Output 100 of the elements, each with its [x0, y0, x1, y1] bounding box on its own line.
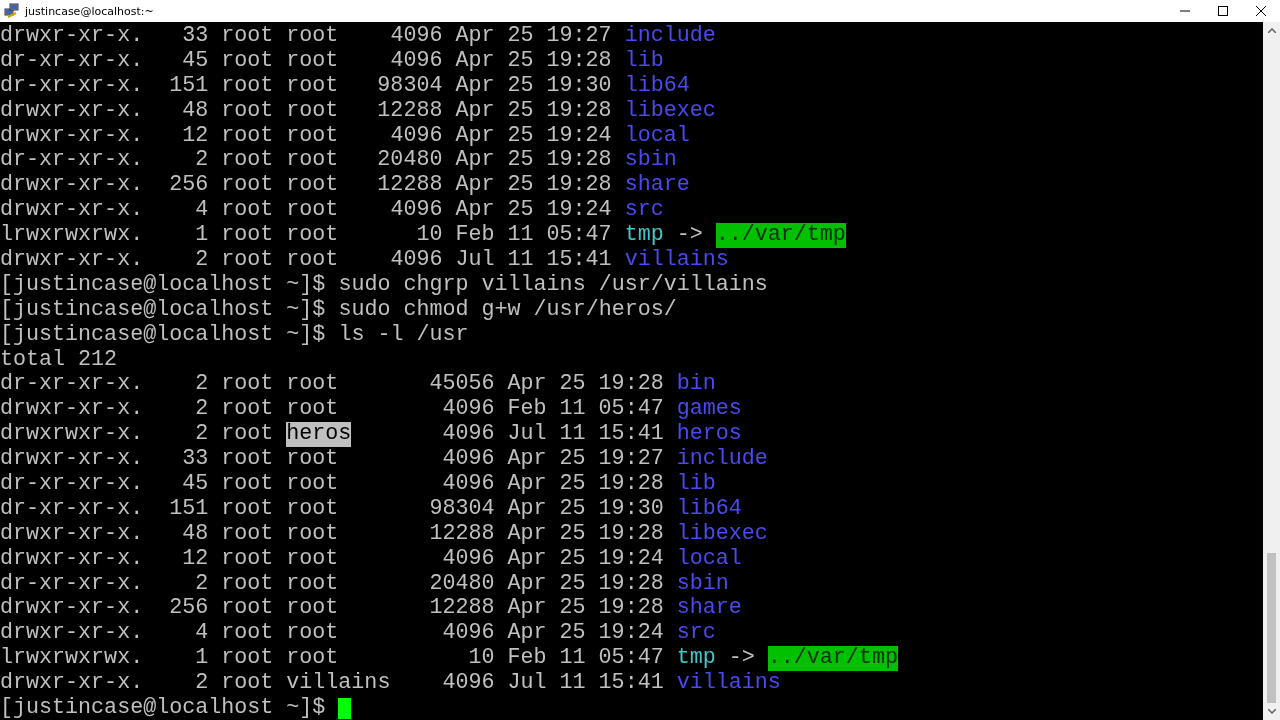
group-text: root [286, 123, 339, 149]
directory-name: sbin [624, 148, 677, 174]
group-text: root [286, 223, 339, 248]
size-text: 98304 [429, 496, 495, 522]
prompt-text: [justincase@localhost ~]$ [0, 297, 326, 323]
directory-name: villains [676, 671, 781, 697]
link-count-text: 1 [195, 646, 209, 672]
size-text: 4096 [390, 48, 443, 74]
size-text: 10 [416, 223, 443, 248]
owner-text: root [221, 48, 274, 74]
link-count-text: 45 [182, 472, 209, 497]
size-text: 4096 [390, 24, 443, 49]
group-text: root [286, 496, 339, 522]
command-text: sudo chgrp villains /usr/villains [338, 272, 768, 298]
window-title: justincase@localhost:~ [25, 4, 155, 18]
date-text: Apr 25 19:24 [455, 123, 612, 149]
scrollbar-thumb[interactable] [1267, 553, 1276, 703]
link-count-text: 2 [195, 671, 209, 697]
owner-text: root [221, 521, 274, 547]
owner-text: root [221, 546, 274, 572]
group-text: root [286, 621, 339, 647]
group-text: root [286, 48, 339, 74]
prompt-text: [justincase@localhost ~]$ [0, 322, 326, 348]
date-text: Apr 25 19:28 [507, 571, 664, 597]
size-text: 4096 [442, 671, 495, 697]
date-text: Apr 25 19:30 [455, 73, 612, 99]
symlink-name: tmp [624, 223, 664, 248]
permissions-text: drwxr-xr-x. [0, 123, 144, 149]
size-text: 20480 [429, 571, 495, 597]
directory-name: lib [624, 48, 664, 74]
owner-text: root [221, 496, 274, 522]
directory-name: sbin [676, 571, 729, 597]
permissions-text: lrwxrwxrwx. [0, 223, 144, 248]
directory-name: src [676, 621, 716, 647]
size-text: 4096 [390, 198, 443, 224]
size-text: 4096 [442, 621, 495, 647]
date-text: Feb 11 05:47 [507, 397, 664, 423]
permissions-text: drwxr-xr-x. [0, 24, 144, 49]
owner-text: root [221, 447, 274, 473]
link-target: ../var/tmp [715, 223, 846, 248]
owner-text: root [221, 621, 274, 647]
scrollbar[interactable] [1263, 22, 1280, 720]
size-text: 4096 [442, 546, 495, 572]
owner-text: root [221, 24, 274, 49]
prompt-text: [justincase@localhost ~]$ [0, 272, 326, 298]
group-text: root [286, 372, 339, 398]
date-text: Apr 25 19:28 [455, 98, 612, 124]
link-count-text: 2 [195, 571, 209, 597]
link-count-text: 4 [195, 621, 209, 647]
date-text: Apr 25 19:28 [455, 48, 612, 74]
owner-text: root [221, 223, 274, 248]
size-text: 4096 [390, 123, 443, 149]
group-text: root [286, 148, 339, 174]
owner-text: root [221, 372, 274, 398]
group-text: root [286, 546, 339, 572]
directory-name: libexec [676, 521, 768, 547]
date-text: Apr 25 19:28 [507, 521, 664, 547]
owner-text: root [221, 148, 274, 174]
permissions-text: dr-xr-xr-x. [0, 372, 144, 398]
owner-text: root [221, 671, 274, 697]
arrow-text: -> [676, 223, 703, 248]
permissions-text: drwxr-xr-x. [0, 98, 144, 124]
selected-group-text: heros [286, 422, 352, 448]
owner-text: root [221, 422, 274, 448]
directory-name: include [624, 24, 716, 49]
group-text: villains [286, 671, 391, 697]
link-count-text: 4 [195, 198, 209, 224]
directory-name: local [676, 546, 742, 572]
directory-name: libexec [624, 98, 716, 124]
directory-name: local [624, 123, 690, 149]
date-text: Apr 25 19:28 [507, 372, 664, 398]
date-text: Jul 11 15:41 [455, 248, 612, 273]
link-count-text: 151 [169, 73, 209, 99]
permissions-text: drwxr-xr-x. [0, 671, 144, 697]
owner-text: root [221, 397, 274, 423]
size-text: 45056 [429, 372, 495, 398]
permissions-text: drwxr-xr-x. [0, 596, 144, 622]
directory-name: include [676, 447, 768, 473]
group-text: root [286, 397, 339, 423]
command-text: sudo chmod g+w /usr/heros/ [338, 297, 677, 323]
directory-name: lib64 [676, 496, 742, 522]
date-text: Apr 25 19:30 [507, 496, 664, 522]
size-text: 12288 [377, 173, 443, 199]
permissions-text: drwxr-xr-x. [0, 546, 144, 572]
link-count-text: 12 [182, 123, 209, 149]
permissions-text: drwxr-xr-x. [0, 198, 144, 224]
chevron-down-icon [1267, 709, 1276, 714]
directory-name: heros [676, 422, 742, 448]
date-text: Apr 25 19:28 [455, 148, 612, 174]
permissions-text: drwxr-xr-x. [0, 447, 144, 473]
date-text: Apr 25 19:28 [455, 173, 612, 199]
date-text: Apr 25 19:28 [507, 596, 664, 622]
directory-name: share [676, 596, 742, 622]
group-text: root [286, 596, 339, 622]
owner-text: root [221, 173, 274, 199]
permissions-text: dr-xr-xr-x. [0, 148, 144, 174]
directory-name: lib [676, 472, 716, 497]
size-text: 12288 [429, 521, 495, 547]
link-count-text: 256 [169, 596, 209, 622]
owner-text: root [221, 123, 274, 149]
